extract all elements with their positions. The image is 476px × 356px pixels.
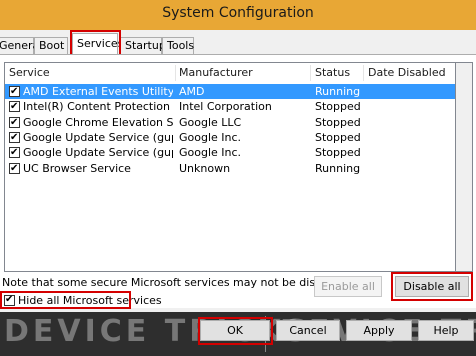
- table-row[interactable]: AMD External Events Utility AMD Running: [5, 84, 455, 99]
- service-checkbox[interactable]: [9, 145, 20, 160]
- service-name: Google Chrome Elevation Service: [23, 116, 173, 129]
- title-bar: System Configuration: [0, 0, 476, 30]
- header-divider: [310, 65, 311, 81]
- enable-all-button[interactable]: Enable all: [314, 276, 382, 297]
- help-button[interactable]: Help: [418, 320, 474, 341]
- header-divider: [175, 65, 176, 81]
- secure-services-note: Note that some secure Microsoft services…: [2, 276, 350, 289]
- tab-tools[interactable]: Tools: [162, 37, 194, 55]
- header-divider: [363, 65, 364, 81]
- service-checkbox[interactable]: [9, 115, 20, 130]
- table-row[interactable]: Google Update Service (gupdatem) Google …: [5, 145, 455, 160]
- hide-microsoft-highlight: [0, 291, 131, 309]
- service-manufacturer: Intel Corporation: [179, 100, 272, 113]
- service-manufacturer: Google LLC: [179, 116, 242, 129]
- table-row[interactable]: Intel(R) Content Protection HEC... Intel…: [5, 99, 455, 114]
- service-status: Running: [315, 162, 361, 175]
- disable-all-highlight: [391, 272, 473, 301]
- window-title: System Configuration: [162, 5, 314, 21]
- header-service[interactable]: Service: [9, 63, 50, 83]
- services-list[interactable]: Service Manufacturer Status Date Disable…: [4, 62, 456, 272]
- service-manufacturer: AMD: [179, 85, 205, 98]
- service-manufacturer: Google Inc.: [179, 131, 242, 144]
- tab-startup[interactable]: Startup: [120, 37, 166, 55]
- tab-general[interactable]: General: [0, 37, 42, 55]
- header-status[interactable]: Status: [315, 63, 350, 83]
- service-manufacturer: Unknown: [179, 162, 231, 175]
- service-status: Stopped: [315, 146, 361, 159]
- service-name: UC Browser Service: [23, 162, 131, 175]
- service-name: Google Update Service (gupdate): [23, 131, 173, 144]
- service-status: Stopped: [315, 100, 361, 113]
- vertical-scrollbar[interactable]: [456, 62, 473, 272]
- service-name: Google Update Service (gupdatem): [23, 146, 173, 159]
- service-checkbox[interactable]: [9, 130, 20, 145]
- service-checkbox[interactable]: [9, 161, 20, 176]
- service-name: AMD External Events Utility: [23, 85, 173, 98]
- header-date-disabled[interactable]: Date Disabled: [368, 63, 446, 83]
- table-row[interactable]: Google Chrome Elevation Service Google L…: [5, 115, 455, 130]
- apply-button[interactable]: Apply: [346, 320, 412, 341]
- service-status: Stopped: [315, 116, 361, 129]
- service-status: Running: [315, 85, 361, 98]
- service-checkbox[interactable]: [9, 99, 20, 114]
- table-row[interactable]: Google Update Service (gupdate) Google I…: [5, 130, 455, 145]
- service-status: Stopped: [315, 131, 361, 144]
- header-manufacturer[interactable]: Manufacturer: [179, 63, 253, 83]
- tab-boot[interactable]: Boot: [34, 37, 68, 55]
- ok-highlight: [198, 317, 273, 345]
- cancel-button[interactable]: Cancel: [276, 320, 340, 341]
- service-checkbox[interactable]: [9, 84, 20, 99]
- service-name: Intel(R) Content Protection HEC...: [23, 100, 173, 113]
- table-row[interactable]: UC Browser Service Unknown Running: [5, 161, 455, 176]
- service-manufacturer: Google Inc.: [179, 146, 242, 159]
